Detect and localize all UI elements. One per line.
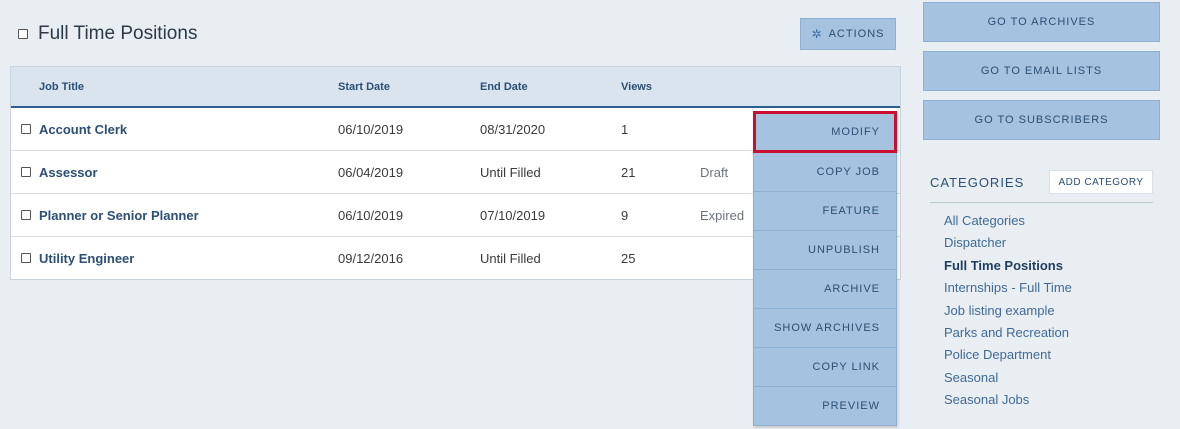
start-date: 06/10/2019 — [338, 208, 404, 223]
end-date: 08/31/2020 — [480, 122, 546, 137]
menu-item-unpublish[interactable]: UNPUBLISH — [753, 231, 897, 270]
category-link[interactable]: Parks and Recreation — [944, 322, 1072, 344]
end-date: 07/10/2019 — [480, 208, 546, 223]
job-title-link[interactable]: Planner or Senior Planner — [39, 208, 199, 223]
category-link[interactable]: Police Department — [944, 344, 1072, 366]
job-title-link[interactable]: Account Clerk — [39, 122, 127, 137]
column-header-start-date[interactable]: Start Date — [338, 81, 390, 93]
job-title-link[interactable]: Assessor — [39, 165, 98, 180]
add-category-button[interactable]: ADD CATEGORY — [1049, 170, 1153, 194]
menu-item-modify[interactable]: MODIFY — [753, 111, 897, 153]
actions-label: ACTIONS — [828, 28, 885, 40]
job-title-link[interactable]: Utility Engineer — [39, 251, 134, 266]
start-date: 06/04/2019 — [338, 165, 404, 180]
menu-item-copy-link[interactable]: COPY LINK — [753, 348, 897, 387]
column-header-views[interactable]: Views — [621, 81, 652, 93]
menu-item-archive[interactable]: ARCHIVE — [753, 270, 897, 309]
category-link[interactable]: Job listing example — [944, 300, 1072, 322]
column-header-end-date[interactable]: End Date — [480, 81, 528, 93]
go-to-archives-button[interactable]: GO TO ARCHIVES — [923, 2, 1160, 42]
categories-title: CATEGORIES — [930, 175, 1025, 190]
menu-item-feature[interactable]: FEATURE — [753, 192, 897, 231]
go-to-subscribers-button[interactable]: GO TO SUBSCRIBERS — [923, 100, 1160, 140]
menu-item-show-archives[interactable]: SHOW ARCHIVES — [753, 309, 897, 348]
category-link[interactable]: Dispatcher — [944, 232, 1072, 254]
select-all-checkbox[interactable] — [18, 29, 28, 39]
category-link[interactable]: Internships - Full Time — [944, 277, 1072, 299]
categories-header: CATEGORIES ADD CATEGORY — [930, 170, 1153, 203]
go-to-email-lists-button[interactable]: GO TO EMAIL LISTS — [923, 51, 1160, 91]
views-count: 9 — [621, 208, 629, 223]
page-header: Full Time Positions — [18, 22, 197, 46]
views-count: 25 — [621, 251, 636, 266]
status-label: Expired — [700, 208, 745, 223]
actions-button[interactable]: ✲ ACTIONS — [800, 18, 896, 50]
column-header-job-title[interactable]: Job Title — [39, 81, 84, 93]
row-checkbox[interactable] — [21, 124, 31, 134]
categories-list: All Categories Dispatcher Full Time Posi… — [944, 210, 1072, 412]
gear-icon: ✲ — [811, 27, 823, 41]
row-checkbox[interactable] — [21, 253, 31, 263]
end-date: Until Filled — [480, 251, 541, 266]
start-date: 06/10/2019 — [338, 122, 404, 137]
row-checkbox[interactable] — [21, 210, 31, 220]
start-date: 09/12/2016 — [338, 251, 404, 266]
category-link-active[interactable]: Full Time Positions — [944, 255, 1072, 277]
page-title: Full Time Positions — [38, 23, 198, 44]
menu-item-copy-job[interactable]: COPY JOB — [753, 153, 897, 192]
views-count: 1 — [621, 122, 629, 137]
table-header: Job Title Start Date End Date Views — [11, 67, 900, 108]
views-count: 21 — [621, 165, 636, 180]
status-label: Draft — [700, 165, 729, 180]
row-checkbox[interactable] — [21, 167, 31, 177]
menu-item-preview[interactable]: PREVIEW — [753, 387, 897, 426]
category-link[interactable]: Seasonal — [944, 367, 1072, 389]
end-date: Until Filled — [480, 165, 541, 180]
category-link[interactable]: Seasonal Jobs — [944, 389, 1072, 411]
actions-dropdown-menu: MODIFY COPY JOB FEATURE UNPUBLISH ARCHIV… — [753, 111, 897, 426]
category-link[interactable]: All Categories — [944, 210, 1072, 232]
